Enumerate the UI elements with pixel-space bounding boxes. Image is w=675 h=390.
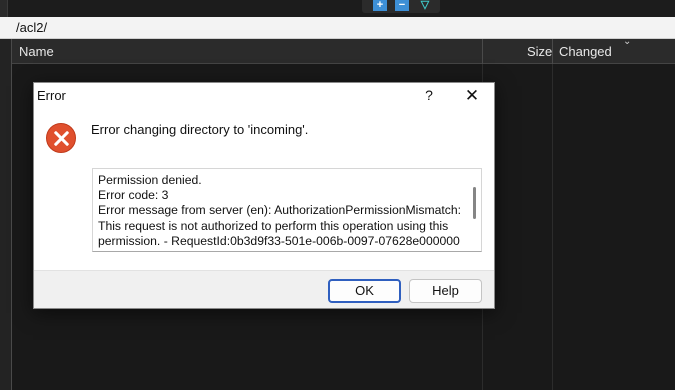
dialog-title: Error: [37, 88, 66, 103]
minus-icon[interactable]: −: [395, 0, 409, 11]
column-header-name[interactable]: Name: [19, 39, 54, 64]
path-bar[interactable]: /acl2/: [0, 17, 675, 39]
error-icon: [46, 123, 76, 153]
column-header-changed[interactable]: Changed: [559, 39, 612, 64]
plus-icon[interactable]: +: [373, 0, 387, 11]
error-dialog: Error ? ✕ Error changing directory to 'i…: [33, 82, 495, 309]
toolbar-left-edge: [0, 0, 8, 17]
close-icon[interactable]: ✕: [460, 83, 484, 108]
dialog-footer: OK Help: [34, 270, 494, 308]
error-details-text: Permission denied. Error code: 3 Error m…: [98, 173, 462, 248]
current-path: /acl2/: [16, 20, 48, 35]
left-panel-edge: [0, 39, 12, 390]
help-icon[interactable]: ?: [418, 83, 440, 108]
filter-icon[interactable]: ▽: [418, 0, 432, 11]
toolbar-button-group: + − ▽: [362, 0, 440, 13]
details-scrollbar[interactable]: [473, 187, 476, 219]
top-toolbar: + − ▽: [0, 0, 675, 17]
column-header-size[interactable]: Size: [527, 39, 552, 64]
error-headline: Error changing directory to 'incoming'.: [91, 122, 309, 137]
error-details-box[interactable]: Permission denied. Error code: 3 Error m…: [92, 168, 482, 252]
dialog-title-bar[interactable]: Error ? ✕: [34, 83, 494, 108]
file-list-header: Name Size Changed ⌄: [0, 36, 675, 64]
ok-button[interactable]: OK: [328, 279, 401, 303]
column-line: [552, 64, 553, 390]
column-divider[interactable]: [552, 39, 553, 64]
column-divider[interactable]: [482, 39, 483, 64]
chevron-down-icon: ⌄: [623, 36, 632, 47]
help-button[interactable]: Help: [409, 279, 482, 303]
